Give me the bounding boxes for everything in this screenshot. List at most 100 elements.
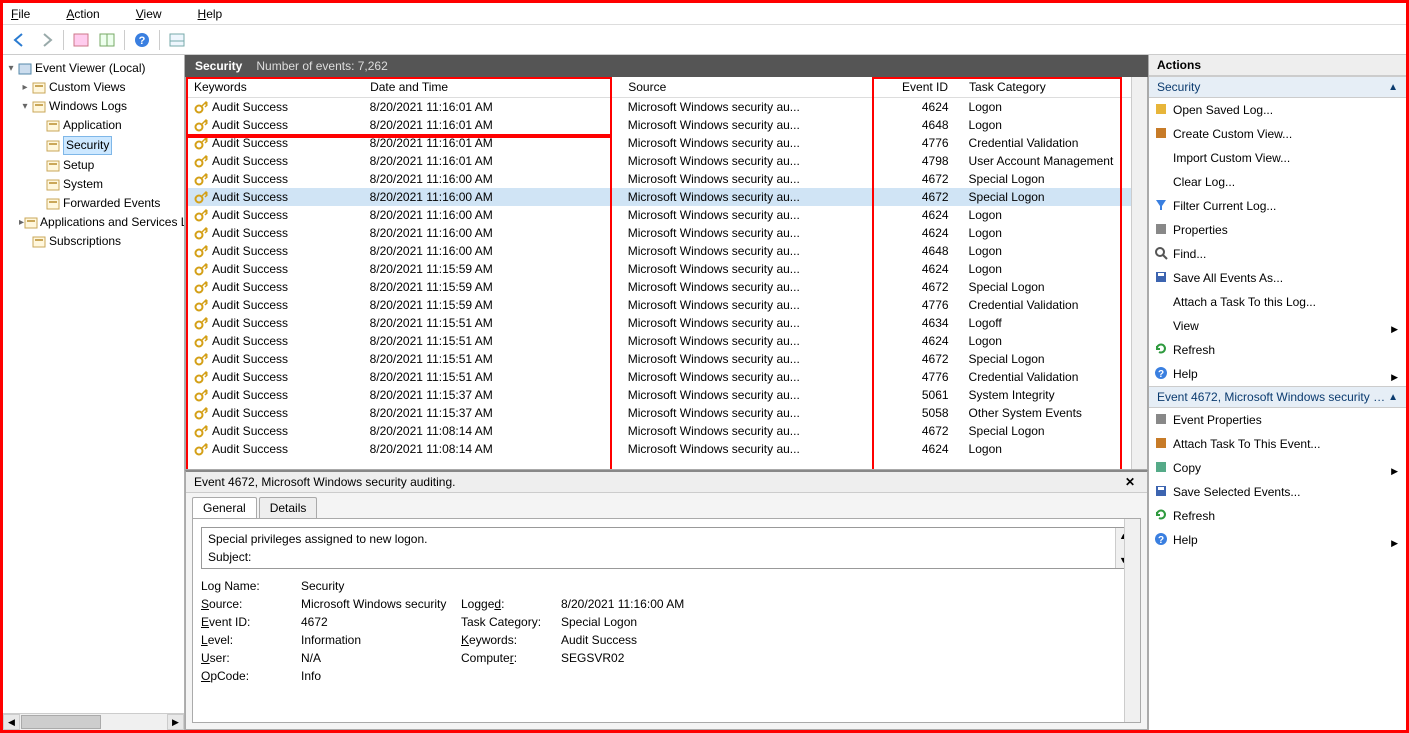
event-row[interactable]: Audit Success8/20/2021 11:15:37 AMMicros… xyxy=(186,386,1147,404)
action-help[interactable]: ?Help xyxy=(1149,528,1406,552)
action-properties[interactable]: Properties xyxy=(1149,218,1406,242)
show-hide-tree-button[interactable] xyxy=(70,29,92,51)
event-row[interactable]: Audit Success8/20/2021 11:15:51 AMMicros… xyxy=(186,368,1147,386)
action-view[interactable]: View xyxy=(1149,314,1406,338)
action-create-custom-view[interactable]: Create Custom View... xyxy=(1149,122,1406,146)
event-row[interactable]: Audit Success8/20/2021 11:16:00 AMMicros… xyxy=(186,170,1147,188)
eventviewer-icon xyxy=(17,61,33,77)
actions-section-header[interactable]: Security▲ xyxy=(1149,76,1406,98)
event-row[interactable]: Audit Success8/20/2021 11:16:01 AMMicros… xyxy=(186,152,1147,170)
action-copy[interactable]: Copy xyxy=(1149,456,1406,480)
grid-vertical-scrollbar[interactable] xyxy=(1131,77,1147,469)
event-row[interactable]: Audit Success8/20/2021 11:16:00 AMMicros… xyxy=(186,206,1147,224)
action-open-saved-log[interactable]: Open Saved Log... xyxy=(1149,98,1406,122)
action-import-custom-view[interactable]: Import Custom View... xyxy=(1149,146,1406,170)
tree-item-application[interactable]: Application xyxy=(5,116,182,135)
event-row[interactable]: Audit Success8/20/2021 11:15:37 AMMicros… xyxy=(186,404,1147,422)
help-button[interactable]: ? xyxy=(131,29,153,51)
menu-file[interactable]: File xyxy=(11,7,48,21)
action-event-properties[interactable]: Event Properties xyxy=(1149,408,1406,432)
actions-section-title: Security xyxy=(1157,80,1388,94)
actions-section-title: Event 4672, Microsoft Windows security a… xyxy=(1157,390,1388,404)
cell-eventid: 4672 xyxy=(888,188,960,206)
col-datetime[interactable]: Date and Time xyxy=(362,77,620,98)
cell-keywords: Audit Success xyxy=(186,278,362,296)
toggle-preview-pane-button[interactable] xyxy=(166,29,188,51)
event-row[interactable]: Audit Success8/20/2021 11:15:51 AMMicros… xyxy=(186,350,1147,368)
event-row[interactable]: Audit Success8/20/2021 11:16:01 AMMicros… xyxy=(186,98,1147,117)
detail-vertical-scrollbar[interactable] xyxy=(1124,519,1140,722)
grid-header-row[interactable]: Keywords Date and Time Source Event ID T… xyxy=(186,77,1147,98)
action-attach-task-to-this-event[interactable]: Attach Task To This Event... xyxy=(1149,432,1406,456)
tab-general[interactable]: General xyxy=(192,497,257,518)
tree-item-windows-logs[interactable]: ▾Windows Logs xyxy=(5,97,182,116)
tree-expander[interactable]: ▸ xyxy=(19,79,31,96)
collapse-icon[interactable]: ▲ xyxy=(1388,392,1398,403)
menu-action[interactable]: Action xyxy=(66,7,117,21)
tree-expander[interactable]: ▾ xyxy=(19,98,31,115)
tree-item-setup[interactable]: Setup xyxy=(5,156,182,175)
event-row[interactable]: Audit Success8/20/2021 11:15:59 AMMicros… xyxy=(186,278,1147,296)
event-row[interactable]: Audit Success8/20/2021 11:16:01 AMMicros… xyxy=(186,134,1147,152)
back-button[interactable] xyxy=(9,29,31,51)
action-find[interactable]: Find... xyxy=(1149,242,1406,266)
action-attach-a-task-to-this-log[interactable]: Attach a Task To this Log... xyxy=(1149,290,1406,314)
detail-close-button[interactable]: ✕ xyxy=(1121,475,1139,489)
action-save-selected-events[interactable]: Save Selected Events... xyxy=(1149,480,1406,504)
action-help[interactable]: ?Help xyxy=(1149,362,1406,386)
event-row[interactable]: Audit Success8/20/2021 11:16:01 AMMicros… xyxy=(186,116,1147,134)
tree-horizontal-scrollbar[interactable]: ◀ ▶ xyxy=(3,713,184,730)
event-row[interactable]: Audit Success8/20/2021 11:15:51 AMMicros… xyxy=(186,314,1147,332)
tab-details[interactable]: Details xyxy=(259,497,318,518)
collapse-icon[interactable]: ▲ xyxy=(1388,82,1398,93)
action-clear-log[interactable]: Clear Log... xyxy=(1149,170,1406,194)
tree-item-custom-views[interactable]: ▸Custom Views xyxy=(5,78,182,97)
actions-pane: Actions Security▲Open Saved Log...Create… xyxy=(1148,55,1406,730)
scroll-thumb[interactable] xyxy=(21,715,101,729)
cell-eventid: 4648 xyxy=(888,242,960,260)
scroll-left-arrow[interactable]: ◀ xyxy=(3,714,20,730)
tree-item-system[interactable]: System xyxy=(5,175,182,194)
tree-root[interactable]: ▾ Event Viewer (Local) xyxy=(5,59,182,78)
blank-icon xyxy=(1153,317,1169,333)
tree-item-subscriptions[interactable]: Subscriptions xyxy=(5,232,182,251)
detail-title: Event 4672, Microsoft Windows security a… xyxy=(194,475,1121,489)
cell-keywords: Audit Success xyxy=(186,422,362,440)
cell-category: Logon xyxy=(961,440,1147,458)
tree-item-label: Setup xyxy=(63,157,94,174)
event-row[interactable]: Audit Success8/20/2021 11:15:51 AMMicros… xyxy=(186,332,1147,350)
menu-view[interactable]: View xyxy=(136,7,180,21)
action-refresh[interactable]: Refresh xyxy=(1149,504,1406,528)
tree-item-security[interactable]: Security xyxy=(5,135,182,156)
event-row[interactable]: Audit Success8/20/2021 11:15:59 AMMicros… xyxy=(186,260,1147,278)
event-row[interactable]: Audit Success8/20/2021 11:16:00 AMMicros… xyxy=(186,224,1147,242)
col-taskcategory[interactable]: Task Category xyxy=(961,77,1147,98)
action-label: Filter Current Log... xyxy=(1173,197,1276,215)
action-refresh[interactable]: Refresh xyxy=(1149,338,1406,362)
col-eventid[interactable]: Event ID xyxy=(888,77,960,98)
columns-button[interactable] xyxy=(96,29,118,51)
actions-section-header[interactable]: Event 4672, Microsoft Windows security a… xyxy=(1149,386,1406,408)
forward-button[interactable] xyxy=(35,29,57,51)
event-row[interactable]: Audit Success8/20/2021 11:16:00 AMMicros… xyxy=(186,188,1147,206)
nav-tree[interactable]: ▾ Event Viewer (Local) ▸Custom Views▾Win… xyxy=(3,55,184,255)
action-filter-current-log[interactable]: Filter Current Log... xyxy=(1149,194,1406,218)
scroll-track[interactable] xyxy=(102,714,167,730)
event-grid-wrap: Keywords Date and Time Source Event ID T… xyxy=(185,77,1148,470)
event-row[interactable]: Audit Success8/20/2021 11:16:00 AMMicros… xyxy=(186,242,1147,260)
event-row[interactable]: Audit Success8/20/2021 11:08:14 AMMicros… xyxy=(186,440,1147,458)
tree-item-applications-and-services-lo[interactable]: ▸Applications and Services Lo xyxy=(5,213,182,232)
cell-eventid: 4624 xyxy=(888,224,960,242)
tree-expander[interactable]: ▾ xyxy=(5,60,17,77)
scroll-right-arrow[interactable]: ▶ xyxy=(167,714,184,730)
tree-item-forwarded-events[interactable]: Forwarded Events xyxy=(5,194,182,213)
action-save-all-events-as[interactable]: Save All Events As... xyxy=(1149,266,1406,290)
key-icon xyxy=(194,190,208,204)
event-message-box[interactable]: Special privileges assigned to new logon… xyxy=(201,527,1132,569)
col-keywords[interactable]: Keywords xyxy=(186,77,362,98)
menu-help[interactable]: Help xyxy=(198,7,241,21)
event-row[interactable]: Audit Success8/20/2021 11:08:14 AMMicros… xyxy=(186,422,1147,440)
col-source[interactable]: Source xyxy=(620,77,889,98)
event-grid[interactable]: Keywords Date and Time Source Event ID T… xyxy=(186,77,1147,458)
event-row[interactable]: Audit Success8/20/2021 11:15:59 AMMicros… xyxy=(186,296,1147,314)
